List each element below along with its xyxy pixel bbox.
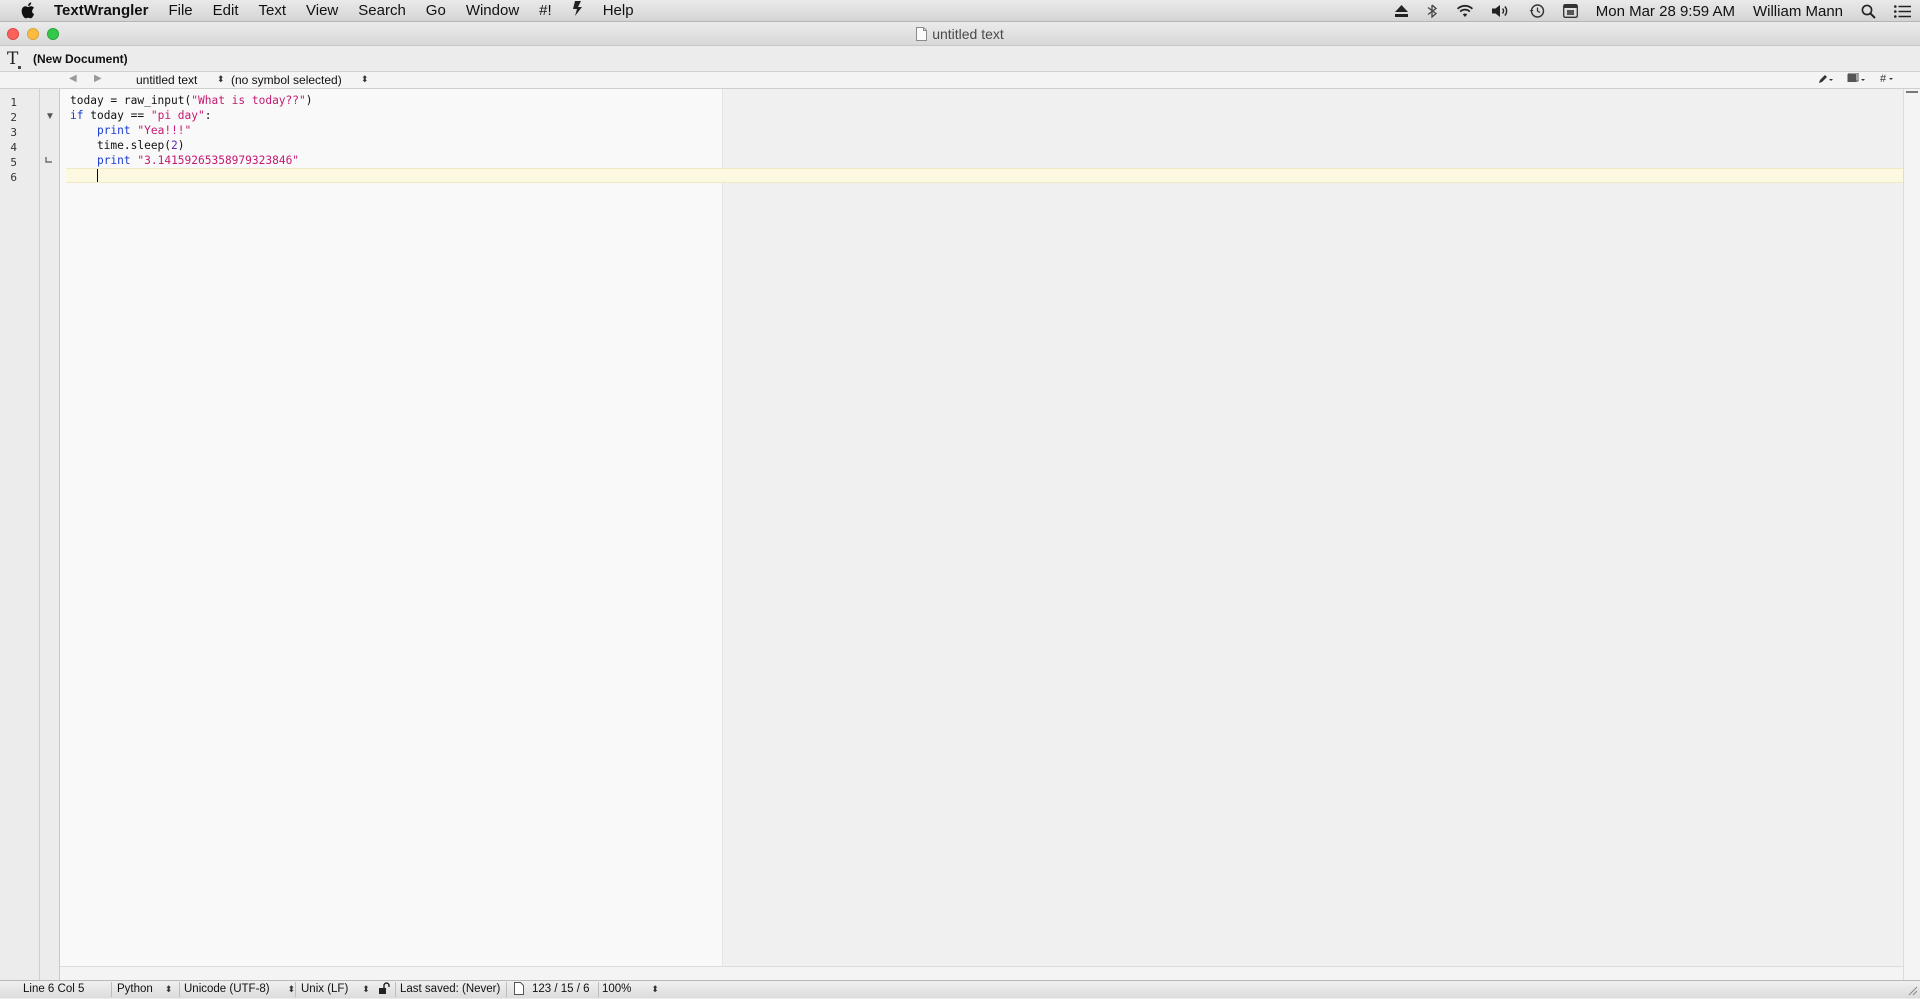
line-number: 3 — [10, 126, 17, 139]
line-number: 5 — [10, 156, 17, 169]
volume-icon[interactable] — [1491, 4, 1511, 18]
symbol-selector-chevron-icon[interactable]: ⬍ — [361, 74, 369, 85]
code-line[interactable] — [70, 168, 97, 183]
code-line[interactable]: print "3.14159265358979323846" — [70, 153, 299, 168]
menu-search[interactable]: Search — [348, 2, 416, 19]
vertical-scrollbar[interactable] — [1903, 89, 1920, 980]
code-line[interactable]: time.sleep(2) — [70, 138, 185, 153]
code-token: ) — [177, 139, 185, 152]
line-number: 2 — [10, 111, 17, 124]
encoding-label: Unicode (UTF-8) — [184, 983, 270, 995]
horizontal-scrollbar[interactable] — [60, 966, 1903, 980]
menu-bar: TextWrangler File Edit Text View Search … — [0, 0, 1920, 22]
language-label: Python — [117, 983, 153, 995]
fold-triangle-icon[interactable]: ▼ — [45, 111, 55, 122]
forward-arrow-icon[interactable]: ▶ — [94, 73, 102, 84]
time-machine-icon[interactable] — [1529, 3, 1545, 19]
document-icon[interactable] — [916, 27, 928, 44]
fold-end-icon — [45, 156, 53, 167]
hash-menu-icon[interactable]: # — [1880, 73, 1896, 85]
window-title: untitled text — [932, 26, 1004, 42]
code-token: print — [96, 124, 131, 137]
document-bar: T (New Document) — [0, 46, 1920, 72]
encoding-selector[interactable]: Unicode (UTF-8) ⬍ — [184, 983, 295, 995]
calendar-icon[interactable] — [1562, 4, 1578, 18]
code-token: 2 — [171, 139, 178, 152]
text-caret — [97, 169, 98, 182]
code-token: time.sleep( — [70, 139, 172, 152]
window-title-bar[interactable]: untitled text — [0, 22, 1920, 46]
line-number-gutter[interactable]: 1 2 3 4 5 6 ▼ — [0, 89, 60, 980]
code-token: : — [204, 109, 212, 122]
zoom-selector[interactable]: 100% ⬍ — [602, 983, 659, 995]
code-token: "Yea!!!" — [137, 124, 192, 137]
file-selector-chevron-icon[interactable]: ⬍ — [217, 74, 225, 85]
menu-app[interactable]: TextWrangler — [54, 2, 158, 19]
code-token: today = raw_input( — [70, 94, 192, 107]
code-token: "3.14159265358979323846" — [137, 154, 300, 167]
menu-help[interactable]: Help — [593, 2, 644, 19]
apple-icon[interactable] — [20, 2, 38, 19]
menu-shebang[interactable]: #! — [529, 2, 562, 19]
code-token: "pi day" — [150, 109, 205, 122]
notification-center-icon[interactable] — [1894, 4, 1911, 18]
line-number: 6 — [10, 171, 17, 184]
menu-text[interactable]: Text — [249, 2, 297, 19]
line-number: 1 — [10, 96, 17, 109]
symbol-selector[interactable]: (no symbol selected) — [231, 73, 342, 87]
document-menu-icon[interactable] — [1847, 72, 1867, 87]
document-stats-icon[interactable] — [514, 982, 524, 998]
menu-edit[interactable]: Edit — [203, 2, 249, 19]
cursor-position[interactable]: Line 6 Col 5 — [23, 983, 84, 995]
code-line[interactable]: if today == "pi day": — [70, 108, 211, 123]
line-number: 4 — [10, 141, 17, 154]
eject-icon[interactable] — [1394, 5, 1408, 17]
chevron-updown-icon: ⬍ — [651, 984, 659, 994]
status-bar: Line 6 Col 5 Python ⬍ Unicode (UTF-8) ⬍ Un… — [0, 980, 1920, 998]
code-line[interactable]: print "Yea!!!" — [70, 123, 191, 138]
text-options-icon[interactable]: T — [7, 49, 22, 69]
navigation-bar: ◀ ▶ untitled text ⬍ (no symbol selected)… — [0, 72, 1920, 89]
menu-window[interactable]: Window — [456, 2, 529, 19]
code-token: print — [96, 154, 131, 167]
language-selector[interactable]: Python ⬍ — [117, 983, 172, 995]
menu-extras: Mon Mar 28 9:59 AM William Mann — [1386, 0, 1920, 22]
back-arrow-icon[interactable]: ◀ — [69, 73, 77, 84]
spotlight-icon[interactable] — [1861, 4, 1876, 19]
unlocked-icon[interactable] — [378, 982, 390, 998]
code-token: if — [70, 109, 84, 122]
chevron-updown-icon: ⬍ — [164, 984, 173, 994]
scripts-menu-icon[interactable] — [562, 1, 593, 20]
wifi-icon[interactable] — [1456, 4, 1474, 18]
code-token: today == — [83, 109, 151, 122]
pencil-menu-icon[interactable] — [1818, 73, 1834, 87]
page-guide-area — [60, 89, 723, 980]
line-endings-label: Unix (LF) — [301, 983, 349, 995]
document-counts[interactable]: 123 / 15 / 6 — [532, 983, 590, 995]
clock-text[interactable]: Mon Mar 28 9:59 AM — [1596, 3, 1735, 20]
resize-grip-icon[interactable] — [1906, 984, 1918, 996]
text-editor[interactable]: today = raw_input("What is today??") if t… — [60, 89, 1903, 980]
code-line[interactable]: today = raw_input("What is today??") — [70, 93, 313, 108]
bluetooth-icon[interactable] — [1426, 4, 1438, 18]
current-line-highlight — [66, 168, 1903, 183]
chevron-updown-icon: ⬍ — [362, 984, 370, 994]
menu-file[interactable]: File — [158, 2, 202, 19]
split-handle-icon[interactable] — [1906, 91, 1918, 93]
user-name[interactable]: William Mann — [1753, 3, 1843, 20]
code-token: ) — [305, 94, 313, 107]
file-selector[interactable]: untitled text — [136, 73, 197, 87]
line-endings-selector[interactable]: Unix (LF) ⬍ — [301, 983, 370, 995]
document-name: (New Document) — [33, 52, 128, 66]
menu-view[interactable]: View — [296, 2, 348, 19]
last-saved: Last saved: (Never) — [400, 983, 501, 995]
menu-go[interactable]: Go — [416, 2, 456, 19]
code-token: "What is today??" — [191, 94, 306, 107]
zoom-label: 100% — [602, 983, 632, 995]
